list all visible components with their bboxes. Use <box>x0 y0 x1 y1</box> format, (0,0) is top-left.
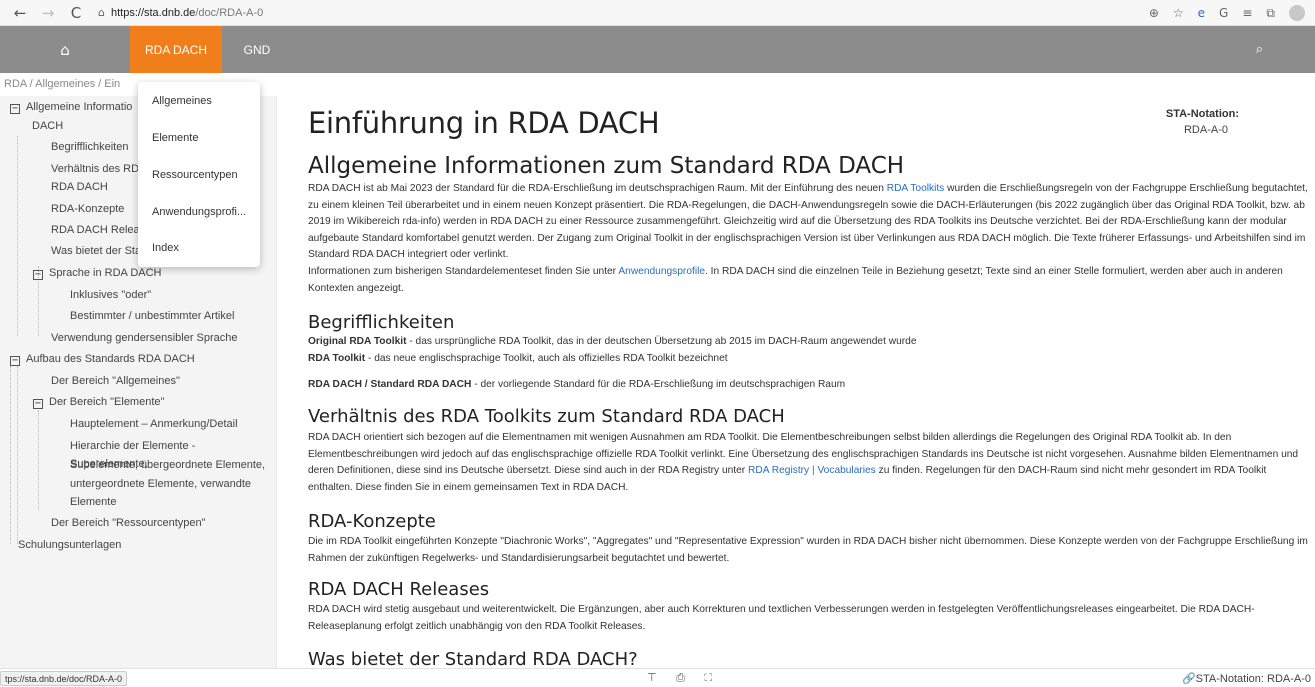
sidebar-item-schulungsunterlagen[interactable]: Schulungsunterlagen <box>18 536 121 554</box>
link-url-preview: tps://sta.dnb.de/doc/RDA-A-0 <box>0 671 128 686</box>
term-bold: RDA Toolkit <box>308 352 366 364</box>
extension-icon[interactable]: e <box>1198 6 1205 20</box>
term-list: RDA DACH / Standard RDA DACH - der vorli… <box>308 377 1308 394</box>
tree-line <box>10 366 11 544</box>
section-heading-releases: RDA DACH Releases <box>308 579 490 600</box>
page-title: Einführung in RDA DACH <box>308 106 660 140</box>
sidebar-item-begrifflichkeiten[interactable]: Begrifflichkeiten <box>51 138 128 156</box>
section-heading-allgemeine-informationen: Allgemeine Informationen zum Standard RD… <box>308 153 905 179</box>
sidebar-item-bereich-elemente[interactable]: − Der Bereich "Elemente" <box>33 393 164 411</box>
zoom-icon[interactable]: ⊕ <box>1149 6 1159 20</box>
nav-tab-gnd[interactable]: GND <box>222 26 292 73</box>
section-heading-was-bietet: Was bietet der Standard RDA DACH? <box>308 649 638 668</box>
sidebar-item-label-cont[interactable]: Subelemente, übergeordnete Elemente, <box>70 456 265 474</box>
collapse-icon[interactable]: − <box>10 356 20 366</box>
browser-actions: ⊕ ☆ e G ≡ ⧉ <box>1149 0 1305 26</box>
section-paragraph: RDA DACH ist ab Mai 2023 der Standard fü… <box>308 181 1308 297</box>
menu-item-anwendungsprofile[interactable]: Anwendungsprofi... <box>152 206 246 218</box>
term-bold: Original RDA Toolkit <box>308 336 407 347</box>
home-icon[interactable]: ⌂ <box>0 26 130 73</box>
tabs-icon[interactable]: ⧉ <box>1266 6 1275 21</box>
section-heading-rda-konzepte: RDA-Konzepte <box>308 511 436 532</box>
paragraph-text: wurden die Erschließungsregeln von der F… <box>308 183 1308 261</box>
collapse-icon[interactable]: − <box>33 399 43 409</box>
menu-item-allgemeines[interactable]: Allgemeines <box>152 95 212 107</box>
link-icon: 🔗 <box>1181 673 1196 685</box>
reload-icon[interactable]: C <box>62 4 90 22</box>
sidebar-item-label-cont[interactable]: DACH <box>32 117 63 135</box>
sidebar-item-allgemeine-informationen[interactable]: − Allgemeine Informatio <box>10 98 132 116</box>
rda-toolkits-link[interactable]: RDA Toolkits <box>887 183 945 194</box>
url-host: https://sta.dnb.de <box>110 6 196 19</box>
sidebar-item-bereich-ressourcentypen[interactable]: Der Bereich "Ressourcentypen" <box>51 514 206 532</box>
collapse-icon[interactable]: − <box>10 104 20 114</box>
menu-item-index[interactable]: Index <box>152 242 179 254</box>
page-tools[interactable]: ⊤ ⎙ ⛶ <box>647 671 720 685</box>
rda-registry-link[interactable]: RDA Registry | Vocabularies <box>748 465 876 476</box>
menu-item-ressourcentypen[interactable]: Ressourcentypen <box>152 169 238 181</box>
notation-text: STA-Notation: RDA-A-0 <box>1195 673 1311 685</box>
menu-item-elemente[interactable]: Elemente <box>152 132 198 144</box>
extension-g-icon[interactable]: G <box>1219 6 1228 20</box>
section-paragraph: RDA DACH orientiert sich bezogen auf die… <box>308 430 1308 496</box>
sidebar-item-gendersensibel[interactable]: Verwendung gendersensibler Sprache <box>51 329 238 347</box>
sidebar-item-inklusives-oder[interactable]: Inklusives "oder" <box>70 286 151 304</box>
site-nav: ⌂ RDA DACH GND ⌕ <box>0 26 1315 73</box>
browser-nav: ← → C <box>6 4 90 22</box>
sidebar-item-aufbau[interactable]: − Aufbau des Standards RDA DACH <box>10 350 195 368</box>
forward-icon[interactable]: → <box>34 4 62 22</box>
sidebar-item-label: Sprache in RDA DACH <box>49 267 162 279</box>
status-bar: tps://sta.dnb.de/doc/RDA-A-0 ⊤ ⎙ ⛶ 🔗STA-… <box>0 668 1315 687</box>
collections-icon[interactable]: ≡ <box>1242 6 1252 20</box>
sidebar-item-was-bietet[interactable]: Was bietet der Sta <box>51 242 141 260</box>
term-desc: - das neue englischsprachige Toolkit, au… <box>365 352 728 364</box>
sidebar-item-hauptelement[interactable]: Hauptelement – Anmerkung/Detail <box>70 415 238 433</box>
tree-line <box>17 136 18 336</box>
url-path: /doc/RDA-A-0 <box>195 6 264 19</box>
tree-line <box>17 366 18 544</box>
back-icon[interactable]: ← <box>6 4 34 22</box>
breadcrumb[interactable]: RDA / Allgemeines / Ein <box>4 78 120 90</box>
term-desc: - der vorliegende Standard für die RDA-E… <box>471 379 846 390</box>
sidebar-item-label: Aufbau des Standards RDA DACH <box>26 353 195 365</box>
section-paragraph: Die im RDA Toolkit eingeführten Konzepte… <box>308 536 1308 564</box>
address-bar[interactable]: ⌂ https://sta.dnb.de/doc/RDA-A-0 <box>98 6 263 19</box>
term-desc: - das ursprüngliche RDA Toolkit, das in … <box>406 336 917 347</box>
sta-notation-value: RDA-A-0 <box>1183 124 1228 136</box>
sta-notation-label: STA-Notation: <box>1165 108 1239 120</box>
nav-tab-rda-dach[interactable]: RDA DACH <box>130 26 222 73</box>
section-heading-begrifflichkeiten: Begrifflichkeiten <box>308 312 455 333</box>
search-icon[interactable]: ⌕ <box>1256 26 1263 73</box>
term-bold: RDA DACH / Standard RDA DACH <box>308 379 472 390</box>
paragraph-text: Informationen zum bisherigen Standardele… <box>308 265 619 277</box>
section-heading-verhaeltnis: Verhältnis des RDA Toolkits zum Standard… <box>308 406 785 427</box>
sidebar-item-label: Der Bereich "Elemente" <box>49 396 165 408</box>
anwendungsprofile-link[interactable]: Anwendungsprofile <box>618 266 705 277</box>
sidebar-item-label-cont[interactable]: Elemente <box>70 493 116 511</box>
sidebar-item-label: Allgemeine Informatio <box>26 101 133 113</box>
browser-toolbar: ← → C ⌂ https://sta.dnb.de/doc/RDA-A-0 ⊕… <box>0 0 1315 26</box>
sidebar-item-releases[interactable]: RDA DACH Releas <box>51 221 145 239</box>
sidebar-item-bereich-allgemeines[interactable]: Der Bereich "Allgemeines" <box>51 372 180 390</box>
sidebar-item-rda-konzepte[interactable]: RDA-Konzepte <box>51 200 124 218</box>
tree-line <box>38 410 39 510</box>
rda-dach-dropdown-menu: Allgemeines Elemente Ressourcentypen Anw… <box>138 82 260 267</box>
favorites-icon[interactable]: ☆ <box>1173 6 1184 20</box>
profile-avatar-icon[interactable] <box>1289 5 1305 21</box>
term-list: Original RDA Toolkit - das ursprüngliche… <box>308 334 1308 367</box>
sidebar-item-label-cont[interactable]: untergeordnete Elemente, verwandte <box>70 475 251 493</box>
sidebar-item-artikel[interactable]: Bestimmter / unbestimmter Artikel <box>70 307 234 325</box>
sta-notation-footer[interactable]: 🔗STA-Notation: RDA-A-0 <box>1182 672 1311 685</box>
sidebar-item-verhaeltnis[interactable]: Verhältnis des RD/ <box>51 160 142 178</box>
section-paragraph: RDA DACH wird stetig ausgebaut und weite… <box>308 604 1255 632</box>
lock-icon: ⌂ <box>98 6 105 19</box>
paragraph-text: RDA DACH ist ab Mai 2023 der Standard fü… <box>308 183 887 194</box>
sidebar-item-label-cont[interactable]: RDA DACH <box>51 178 108 196</box>
main-content: Einführung in RDA DACH STA-Notation: RDA… <box>278 96 1315 668</box>
collapse-icon[interactable]: − <box>33 270 43 280</box>
